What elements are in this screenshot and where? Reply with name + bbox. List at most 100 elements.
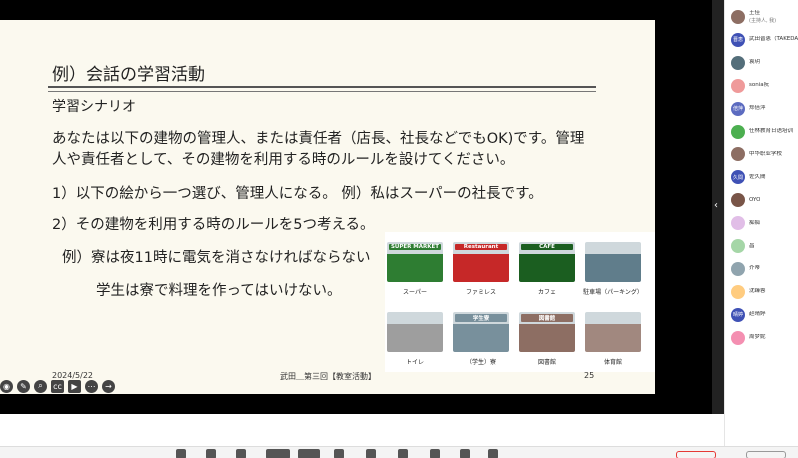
- building-icon: [585, 242, 641, 282]
- participant-row[interactable]: 沈臻蓉: [731, 283, 798, 301]
- participant-name: 周梦妮: [749, 334, 766, 341]
- participant-row[interactable]: 久間 佐久間: [731, 168, 798, 186]
- avatar: [731, 124, 745, 139]
- participant-list: 王佳 (主持人, 我) 晋恵 武田晋恵（TAKEDA 袁玥 sonia阮倍萍 郑倍萍仕林教育…: [724, 0, 798, 446]
- slide-page-number: 25: [584, 371, 595, 380]
- whiteboard-icon[interactable]: [460, 449, 470, 458]
- participant-row[interactable]: 芥蒂: [731, 260, 798, 278]
- building-caption: トイレ: [405, 359, 424, 366]
- meeting-toolbar: [0, 446, 798, 458]
- step-two-text: 2）その建物を利用する時のルールを5つ考える。: [52, 217, 375, 233]
- building-icon: [387, 312, 443, 352]
- participant-text: 王佳 (主持人, 我): [749, 10, 776, 24]
- reactions-icon[interactable]: [398, 449, 408, 458]
- participant-row[interactable]: 王佳 (主持人, 我): [731, 8, 798, 26]
- people-icon[interactable]: [266, 449, 290, 458]
- participant-row[interactable]: 周梦妮: [731, 329, 798, 347]
- building-card: SUPER MARKET スーパー: [385, 242, 445, 296]
- settings-icon[interactable]: [488, 449, 498, 458]
- zoom-icon[interactable]: ⌕: [34, 379, 47, 393]
- participant-name: 武田晋恵（TAKEDA: [749, 36, 798, 43]
- building-card: Restaurant ファミレス: [451, 242, 511, 296]
- share-icon[interactable]: [334, 449, 344, 458]
- building-icon: SUPER MARKET: [387, 242, 443, 282]
- video-icon[interactable]: ▶: [68, 379, 81, 393]
- building-icon: 学生寮: [453, 312, 509, 352]
- building-sign: CAFE: [521, 244, 573, 250]
- slide-title: 例）会話の学習活動: [52, 65, 205, 85]
- participant-text: 沈臻蓉: [749, 288, 766, 295]
- end-meeting-button[interactable]: [676, 451, 716, 458]
- participant-text: 痴痴: [749, 220, 760, 227]
- participant-name: 王佳: [749, 10, 761, 16]
- participant-row[interactable]: 袁玥: [731, 54, 798, 72]
- participant-name: 郑倍萍: [749, 105, 766, 112]
- building-caption: スーパー: [403, 289, 427, 296]
- slide-subtitle: 学習シナリオ: [52, 99, 136, 115]
- meeting-window: 例）会話の学習活動 学習シナリオ あなたは以下の建物の管理人、または責任者（店長…: [0, 0, 798, 458]
- building-icon: [585, 312, 641, 352]
- building-caption: カフェ: [537, 289, 556, 296]
- participant-text: 佐久間: [749, 174, 766, 181]
- participant-name: 袁玥: [749, 59, 761, 66]
- next-icon[interactable]: →: [102, 379, 115, 393]
- participant-name: OYO: [749, 196, 761, 203]
- pointer-icon[interactable]: ◉: [0, 379, 13, 393]
- participant-text: 仕林教育日语培训: [749, 128, 793, 135]
- mic-icon[interactable]: [176, 449, 186, 458]
- buildings-illustration-grid: SUPER MARKET スーパー Restaurant ファミレス CAFE カフェ 駐車…: [385, 232, 655, 372]
- apps-icon[interactable]: [430, 449, 440, 458]
- shield-icon[interactable]: [206, 449, 216, 458]
- more-icon[interactable]: ⋯: [85, 379, 98, 393]
- captions-icon[interactable]: cc: [51, 379, 64, 393]
- participant-row[interactable]: 倍萍 郑倍萍: [731, 100, 798, 118]
- building-icon: Restaurant: [453, 242, 509, 282]
- participant-row[interactable]: 中华职业学校: [731, 145, 798, 163]
- participant-row[interactable]: sonia阮: [731, 77, 798, 95]
- participant-row[interactable]: 晴婷 赵晴婷: [731, 306, 798, 324]
- building-card: CAFE カフェ: [517, 242, 577, 296]
- participants-icon[interactable]: [236, 449, 246, 458]
- avatar: 倍萍: [731, 101, 745, 116]
- example-rule-two: 学生は寮で料理を作ってはいけない。: [96, 283, 342, 299]
- participant-name: 昌: [749, 242, 755, 249]
- chevron-left-icon[interactable]: ‹: [714, 200, 718, 211]
- participant-text: 中华职业学校: [749, 151, 782, 158]
- participant-text: OYO: [749, 197, 760, 204]
- avatar: [731, 284, 745, 299]
- participant-name: 佐久間: [749, 173, 766, 180]
- participant-text: 昌: [749, 243, 755, 250]
- pen-icon[interactable]: ✎: [17, 379, 30, 393]
- participant-row[interactable]: OYO: [731, 191, 798, 209]
- record-icon[interactable]: [366, 449, 376, 458]
- participant-text: 周梦妮: [749, 334, 766, 341]
- participant-row[interactable]: 痴痴: [731, 214, 798, 232]
- participant-text: sonia阮: [749, 82, 769, 89]
- building-caption: 図書館: [537, 359, 556, 366]
- avatar: [731, 147, 745, 162]
- building-card: 学生寮 （学生）寮: [451, 312, 511, 366]
- building-icon: 図書館: [519, 312, 575, 352]
- participant-name: sonia阮: [749, 82, 770, 89]
- screen-share-area: 例）会話の学習活動 学習シナリオ あなたは以下の建物の管理人、または責任者（店長…: [0, 0, 724, 446]
- participant-row[interactable]: 晋恵 武田晋恵（TAKEDA: [731, 31, 798, 49]
- example-rule-one: 例）寮は夜11時に電気を消さなければならない: [62, 250, 371, 266]
- participant-text: 芥蒂: [749, 265, 760, 272]
- leave-button[interactable]: [746, 451, 786, 458]
- building-card: 体育館: [583, 312, 643, 366]
- participant-name: 芥蒂: [749, 265, 761, 272]
- avatar: [731, 10, 745, 24]
- collapse-panel-strip[interactable]: ‹: [712, 0, 724, 414]
- participant-row[interactable]: 昌: [731, 237, 798, 255]
- building-card: 駐車場（パーキング）: [583, 242, 643, 296]
- participant-row[interactable]: 仕林教育日语培训: [731, 123, 798, 141]
- avatar: 晴婷: [731, 307, 745, 322]
- building-card: 図書館 図書館: [517, 312, 577, 366]
- participant-text: 袁玥: [749, 59, 760, 66]
- scenario-paragraph: あなたは以下の建物の管理人、または責任者（店長、社長などでもOK)です。管理人や…: [52, 131, 585, 168]
- chat-icon[interactable]: [298, 449, 320, 458]
- avatar: [731, 261, 745, 276]
- avatar: [731, 216, 745, 231]
- avatar: [731, 55, 745, 70]
- participant-name: 仕林教育日语培训: [749, 128, 794, 134]
